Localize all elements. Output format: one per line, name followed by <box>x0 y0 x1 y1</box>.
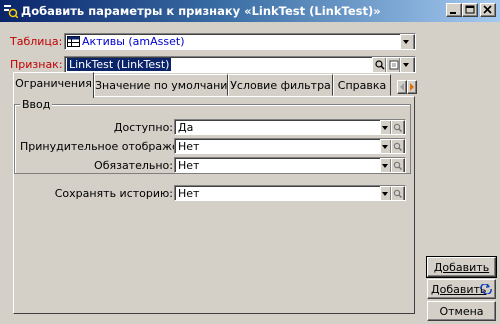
form-icon <box>389 60 399 70</box>
available-zoom-button[interactable] <box>391 120 405 134</box>
keep-history-label: Сохранять историю: <box>54 187 173 200</box>
forced-display-select[interactable]: Нет <box>174 138 406 154</box>
available-select[interactable]: Да <box>174 119 406 135</box>
add-more-button[interactable]: Добавить <box>427 279 496 299</box>
available-value: Да <box>178 121 194 134</box>
keep-history-zoom-button[interactable] <box>391 186 405 200</box>
title-bar: Добавить параметры к признаку «LinkTest … <box>0 0 500 22</box>
attribute-zoom-button[interactable] <box>372 57 387 72</box>
tab-scroll-right-button[interactable] <box>407 80 417 94</box>
cancel-button[interactable]: Отмена <box>427 301 496 321</box>
fields-icon <box>4 5 18 18</box>
add-button[interactable]: Добавить <box>426 256 497 278</box>
magnifier-icon <box>393 161 402 170</box>
table-select[interactable]: Активы (amAsset) <box>64 33 416 50</box>
table-label: Таблица: <box>10 35 63 48</box>
magnifier-icon <box>375 60 385 70</box>
chevron-down-icon <box>382 164 388 168</box>
tab-label: Справка <box>337 79 387 92</box>
keep-history-select[interactable]: Нет <box>174 185 406 201</box>
attribute-dropdown-button[interactable] <box>400 57 415 72</box>
chevron-down-icon <box>382 145 388 149</box>
tab-label: Значение по умолчанию <box>95 79 237 92</box>
minimize-button[interactable] <box>446 3 462 17</box>
forced-display-value: Нет <box>178 140 200 153</box>
forced-display-zoom-button[interactable] <box>391 139 405 153</box>
forced-display-label: Принудительное отображение: <box>20 140 204 153</box>
attribute-label: Признак: <box>10 58 63 71</box>
tab-label: Ограничения <box>15 77 92 90</box>
close-button[interactable] <box>480 3 496 17</box>
mandatory-zoom-button[interactable] <box>391 158 405 172</box>
chevron-down-icon <box>382 192 388 196</box>
tab-scroll-left-button[interactable] <box>397 80 407 94</box>
available-label: Доступно: <box>113 121 173 134</box>
close-icon <box>483 5 492 14</box>
attribute-field[interactable]: LinkTest (LinkTest) <box>64 56 416 73</box>
tab-filter-condition[interactable]: Условие фильтра <box>228 74 333 96</box>
keep-history-value: Нет <box>178 187 200 200</box>
groupbox-legend: Ввод <box>20 98 53 111</box>
mandatory-value: Нет <box>178 159 200 172</box>
cancel-button-label: Отмена <box>439 305 484 318</box>
magnifier-icon <box>393 189 402 198</box>
table-value: Активы (amAsset) <box>82 35 185 48</box>
mandatory-select[interactable]: Нет <box>174 157 406 173</box>
add-more-icon <box>480 284 492 294</box>
attribute-detail-button[interactable] <box>386 57 401 72</box>
add-button-label: Добавить <box>433 261 490 274</box>
chevron-down-icon <box>382 126 388 130</box>
window-title: Добавить параметры к признаку «LinkTest … <box>21 4 381 18</box>
chevron-down-icon <box>403 63 409 67</box>
magnifier-icon <box>393 123 402 132</box>
minimize-icon <box>450 12 456 14</box>
chevron-right-icon <box>410 83 414 91</box>
maximize-icon <box>465 5 475 14</box>
chevron-left-icon <box>400 83 404 91</box>
mandatory-label: Обязательно: <box>94 159 173 172</box>
table-icon <box>67 36 80 47</box>
chevron-down-icon <box>403 40 409 44</box>
maximize-button[interactable] <box>462 3 478 17</box>
table-dropdown-button[interactable] <box>400 34 415 49</box>
tab-restrictions[interactable]: Ограничения <box>13 72 94 98</box>
tab-help[interactable]: Справка <box>333 74 391 96</box>
tab-default-value[interactable]: Значение по умолчанию <box>94 74 237 96</box>
magnifier-icon <box>393 142 402 151</box>
add-more-button-label: Добавить <box>431 283 487 296</box>
tab-label: Условие фильтра <box>230 79 331 92</box>
attribute-value: LinkTest (LinkTest) <box>67 58 172 71</box>
